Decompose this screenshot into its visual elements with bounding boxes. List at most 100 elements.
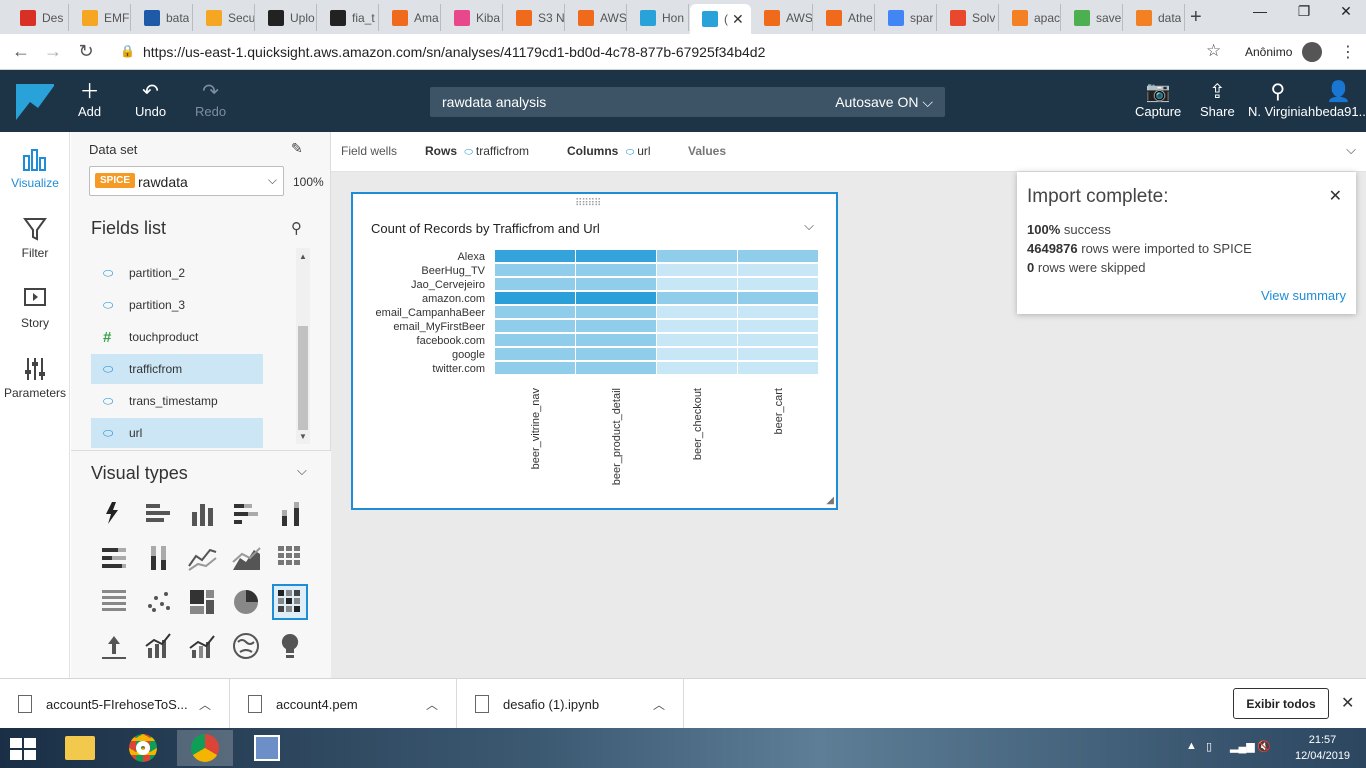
heatmap-cell[interactable] xyxy=(657,334,737,346)
resize-handle-icon[interactable]: ◢ xyxy=(826,495,834,506)
dataset-select[interactable]: SPICE rawdata ⌵ xyxy=(89,166,284,196)
chevron-up-icon[interactable]: ︿ xyxy=(426,696,438,713)
vertical-stacked-bar-icon[interactable] xyxy=(272,496,308,532)
autograph-icon[interactable] xyxy=(96,496,132,532)
values-well[interactable]: Values xyxy=(688,144,726,158)
heatmap-cell[interactable] xyxy=(576,306,656,318)
tree-map-icon[interactable] xyxy=(184,584,220,620)
heatmap-cell[interactable] xyxy=(495,362,575,374)
scatter-icon[interactable] xyxy=(140,584,176,620)
heatmap-cell[interactable] xyxy=(738,362,818,374)
horizontal-100-bar-icon[interactable] xyxy=(96,540,132,576)
heatmap-cell[interactable] xyxy=(495,250,575,262)
heatmap-cell[interactable] xyxy=(738,264,818,276)
browser-tab[interactable]: spar xyxy=(876,4,937,31)
heatmap-cell[interactable] xyxy=(738,334,818,346)
browser-tab[interactable]: data xyxy=(1124,4,1185,31)
redo-button[interactable]: ↷ Redo xyxy=(195,80,226,119)
lock-icon[interactable]: 🔒 xyxy=(120,44,135,58)
chevron-up-icon[interactable]: ︿ xyxy=(199,696,211,713)
collapse-chevron-icon[interactable]: ⌵ xyxy=(297,463,307,479)
minimize-button[interactable]: — xyxy=(1250,3,1270,19)
undo-button[interactable]: ↶ Undo xyxy=(135,80,166,119)
field-trafficfrom[interactable]: ⬭ trafficfrom xyxy=(91,354,263,384)
heatmap-cell[interactable] xyxy=(495,264,575,276)
windows-start-icon[interactable] xyxy=(10,738,36,760)
combo-stacked-line-icon[interactable] xyxy=(184,628,220,664)
pencil-icon[interactable]: ✎ xyxy=(291,140,303,157)
heatmap-cell[interactable] xyxy=(657,348,737,360)
browser-tab[interactable]: Hon xyxy=(628,4,689,31)
browser-tab[interactable]: save xyxy=(1062,4,1123,31)
taskbar-file-explorer[interactable] xyxy=(52,730,108,766)
bookmark-star-icon[interactable]: ☆ xyxy=(1206,41,1221,61)
browser-tab[interactable]: (✕ xyxy=(690,4,751,34)
heatmap-cell[interactable] xyxy=(495,306,575,318)
heatmap-cell[interactable] xyxy=(657,306,737,318)
browser-tab[interactable]: Solv xyxy=(938,4,999,31)
heatmap-cell[interactable] xyxy=(738,278,818,290)
heatmap-cell[interactable] xyxy=(576,334,656,346)
browser-tab[interactable]: Secu xyxy=(194,4,255,31)
insight-icon[interactable] xyxy=(272,628,308,664)
close-tab-icon[interactable]: ✕ xyxy=(732,11,744,28)
rail-parameters[interactable]: Parameters xyxy=(0,356,70,400)
kpi-icon[interactable] xyxy=(96,628,132,664)
download-item[interactable]: account5-FIrehoseToS... ︿ xyxy=(0,679,230,729)
analysis-name-bar[interactable]: rawdata analysis Autosave ON ⌵ xyxy=(430,87,945,117)
tray-volume-muted-icon[interactable]: 🔇 xyxy=(1257,740,1271,753)
heatmap-cell[interactable] xyxy=(495,320,575,332)
close-window-button[interactable]: ✕ xyxy=(1336,3,1356,20)
view-summary-link[interactable]: View summary xyxy=(1261,288,1346,303)
tray-device-icon[interactable]: ▯ xyxy=(1206,740,1212,753)
user-button[interactable]: 👤 hbeda91... xyxy=(1308,80,1366,119)
chevron-up-icon[interactable]: ︿ xyxy=(653,696,665,713)
taskbar-network-app[interactable] xyxy=(239,730,295,766)
autosave-dropdown[interactable]: Autosave ON ⌵ xyxy=(835,94,933,111)
back-icon[interactable]: ← xyxy=(10,41,32,62)
browser-tab[interactable]: Uplo xyxy=(256,4,317,31)
heatmap-cell[interactable] xyxy=(576,320,656,332)
restore-button[interactable]: ❐ xyxy=(1294,3,1314,20)
vertical-100-bar-icon[interactable] xyxy=(140,540,176,576)
geospatial-icon[interactable] xyxy=(228,628,264,664)
quicksight-logo-icon[interactable] xyxy=(16,84,54,120)
columns-field-pill[interactable]: url xyxy=(626,144,651,158)
heatmap-cell[interactable] xyxy=(738,320,818,332)
new-tab-button[interactable]: + xyxy=(1190,6,1202,29)
heatmap-cell[interactable] xyxy=(657,278,737,290)
browser-tab[interactable]: Athe xyxy=(814,4,875,31)
heatmap-cell[interactable] xyxy=(576,250,656,262)
horizontal-bar-icon[interactable] xyxy=(140,496,176,532)
heatmap-cell[interactable] xyxy=(738,306,818,318)
capture-button[interactable]: 📷 Capture xyxy=(1135,80,1181,119)
address-bar[interactable]: https://us-east-1.quicksight.aws.amazon.… xyxy=(143,44,765,60)
taskbar-clock[interactable]: 21:57 12/04/2019 xyxy=(1295,732,1350,764)
tray-expand-icon[interactable]: ▲ xyxy=(1186,740,1197,752)
taskbar-chrome-active[interactable] xyxy=(177,730,233,766)
field-touchproduct[interactable]: # touchproduct xyxy=(91,322,263,352)
scrollbar-thumb[interactable] xyxy=(298,326,308,430)
heat-map-icon[interactable] xyxy=(272,584,308,620)
browser-tab[interactable]: bata xyxy=(132,4,193,31)
heatmap-cell[interactable] xyxy=(657,320,737,332)
heatmap-cell[interactable] xyxy=(657,292,737,304)
add-button[interactable]: ＋ Add xyxy=(78,80,101,119)
line-icon[interactable] xyxy=(184,540,220,576)
browser-tab[interactable]: apac xyxy=(1000,4,1061,31)
pie-icon[interactable] xyxy=(228,584,264,620)
field-partition-3[interactable]: ⬭ partition_3 xyxy=(91,290,263,320)
horizontal-stacked-bar-icon[interactable] xyxy=(228,496,264,532)
scroll-up-icon[interactable]: ▲ xyxy=(299,252,307,261)
forward-icon[interactable]: → xyxy=(42,41,64,62)
heatmap-cell[interactable] xyxy=(576,362,656,374)
close-icon[interactable]: ✕ xyxy=(1329,186,1342,206)
reload-icon[interactable]: ↻ xyxy=(75,41,97,62)
browser-tab[interactable]: fia_t xyxy=(318,4,379,31)
heatmap-cell[interactable] xyxy=(495,348,575,360)
columns-well[interactable]: Columns url xyxy=(567,144,651,158)
heatmap-cell[interactable] xyxy=(738,250,818,262)
heatmap-cell[interactable] xyxy=(495,278,575,290)
heatmap-cell[interactable] xyxy=(657,250,737,262)
incognito-icon[interactable] xyxy=(1302,42,1322,62)
